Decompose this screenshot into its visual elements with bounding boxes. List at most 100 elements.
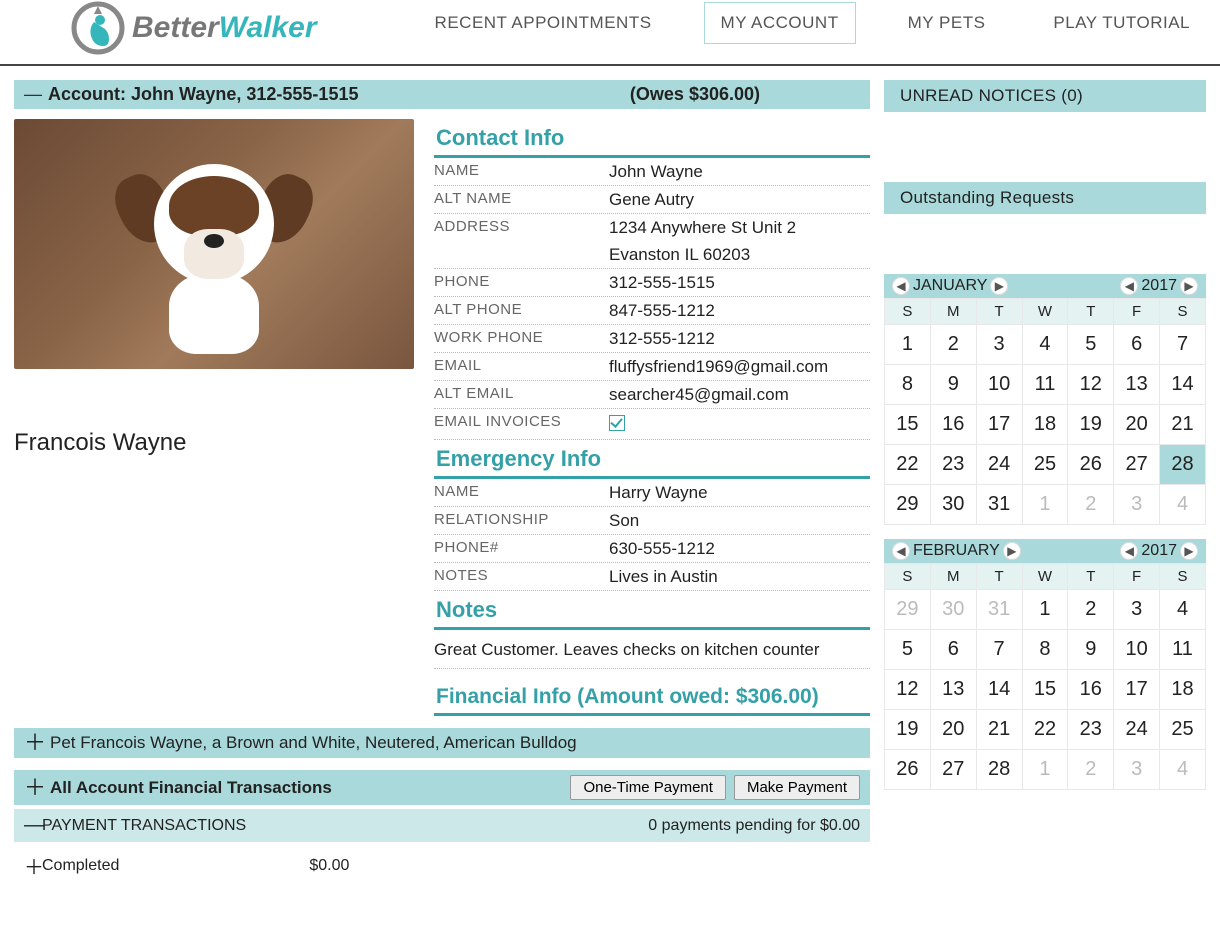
one-time-payment-button[interactable]: One-Time Payment	[570, 775, 726, 800]
value-alt-phone[interactable]: 847-555-1212	[609, 301, 870, 321]
calendar-day[interactable]: 30	[930, 485, 976, 525]
calendar-day[interactable]: 13	[1114, 365, 1160, 405]
unread-notices-banner[interactable]: UNREAD NOTICES (0)	[884, 80, 1206, 112]
calendar-day[interactable]: 20	[1114, 405, 1160, 445]
value-email[interactable]: fluffysfriend1969@gmail.com	[609, 357, 870, 377]
calendar-day[interactable]: 2	[1068, 750, 1114, 790]
calendar-day[interactable]: 10	[1114, 630, 1160, 670]
calendar-day[interactable]: 10	[976, 365, 1022, 405]
chevron-left-icon[interactable]: ◀	[1120, 277, 1138, 295]
calendar-day[interactable]: 4	[1160, 750, 1206, 790]
calendar-day[interactable]: 12	[1068, 365, 1114, 405]
outstanding-requests-banner[interactable]: Outstanding Requests	[884, 182, 1206, 214]
calendar-day[interactable]: 15	[885, 405, 931, 445]
calendar-day[interactable]: 7	[976, 630, 1022, 670]
chevron-right-icon[interactable]: ▶	[1180, 277, 1198, 295]
calendar-day[interactable]: 28	[976, 750, 1022, 790]
calendar-day[interactable]: 4	[1160, 485, 1206, 525]
calendar-day[interactable]: 12	[885, 670, 931, 710]
calendar-day[interactable]: 26	[885, 750, 931, 790]
calendar-day[interactable]: 26	[1068, 445, 1114, 485]
chevron-left-icon[interactable]: ◀	[892, 277, 910, 295]
calendar-day[interactable]: 28	[1160, 445, 1206, 485]
calendar-day[interactable]: 7	[1160, 325, 1206, 365]
collapse-icon[interactable]: —	[24, 84, 42, 105]
calendar-day[interactable]: 8	[885, 365, 931, 405]
calendar-day[interactable]: 14	[976, 670, 1022, 710]
calendar-day[interactable]: 22	[885, 445, 931, 485]
transactions-panel[interactable]: ＋ All Account Financial Transactions One…	[14, 770, 870, 805]
chevron-right-icon[interactable]: ▶	[1180, 542, 1198, 560]
calendar-day[interactable]: 11	[1160, 630, 1206, 670]
calendar-day[interactable]: 27	[930, 750, 976, 790]
calendar-day[interactable]: 24	[976, 445, 1022, 485]
nav-recent-appointments[interactable]: RECENT APPOINTMENTS	[419, 3, 668, 43]
calendar-day[interactable]: 25	[1160, 710, 1206, 750]
value-alt-name[interactable]: Gene Autry	[609, 190, 870, 210]
calendar-day[interactable]: 29	[885, 590, 931, 630]
calendar-day[interactable]: 16	[1068, 670, 1114, 710]
calendar-day[interactable]: 24	[1114, 710, 1160, 750]
calendar-day[interactable]: 18	[1022, 405, 1068, 445]
payment-transactions-bar[interactable]: — PAYMENT TRANSACTIONS 0 payments pendin…	[14, 809, 870, 842]
calendar-day[interactable]: 3	[1114, 750, 1160, 790]
value-address-1[interactable]: 1234 Anywhere St Unit 2	[609, 218, 870, 238]
calendar-day[interactable]: 3	[1114, 590, 1160, 630]
value-em-rel[interactable]: Son	[609, 511, 870, 531]
value-name[interactable]: John Wayne	[609, 162, 870, 182]
calendar-day[interactable]: 22	[1022, 710, 1068, 750]
notes-text[interactable]: Great Customer. Leaves checks on kitchen…	[434, 630, 870, 669]
chevron-left-icon[interactable]: ◀	[892, 542, 910, 560]
calendar-day[interactable]: 21	[1160, 405, 1206, 445]
calendar-day[interactable]: 21	[976, 710, 1022, 750]
calendar-day[interactable]: 9	[1068, 630, 1114, 670]
plus-icon[interactable]: ＋	[24, 851, 42, 880]
calendar-day[interactable]: 1	[1022, 750, 1068, 790]
value-address-2[interactable]: Evanston IL 60203	[609, 245, 870, 265]
calendar-day[interactable]: 29	[885, 485, 931, 525]
calendar-day[interactable]: 13	[930, 670, 976, 710]
chevron-right-icon[interactable]: ▶	[1003, 542, 1021, 560]
calendar-day[interactable]: 17	[976, 405, 1022, 445]
calendar-day[interactable]: 11	[1022, 365, 1068, 405]
brand-logo[interactable]: BetterWalker	[70, 0, 317, 56]
calendar-day[interactable]: 4	[1160, 590, 1206, 630]
calendar-day[interactable]: 1	[885, 325, 931, 365]
calendar-day[interactable]: 6	[1114, 325, 1160, 365]
value-em-phone[interactable]: 630-555-1212	[609, 539, 870, 559]
calendar-day[interactable]: 30	[930, 590, 976, 630]
pet-panel[interactable]: ＋ Pet Francois Wayne, a Brown and White,…	[14, 728, 870, 758]
calendar-day[interactable]: 17	[1114, 670, 1160, 710]
nav-my-pets[interactable]: MY PETS	[892, 3, 1002, 43]
calendar-day[interactable]: 19	[885, 710, 931, 750]
email-invoices-checkbox[interactable]	[609, 415, 625, 431]
make-payment-button[interactable]: Make Payment	[734, 775, 860, 800]
calendar-day[interactable]: 15	[1022, 670, 1068, 710]
calendar-day[interactable]: 14	[1160, 365, 1206, 405]
calendar-day[interactable]: 6	[930, 630, 976, 670]
calendar-day[interactable]: 9	[930, 365, 976, 405]
calendar-day[interactable]: 2	[1068, 590, 1114, 630]
calendar-day[interactable]: 1	[1022, 485, 1068, 525]
calendar-day[interactable]: 1	[1022, 590, 1068, 630]
calendar-day[interactable]: 2	[1068, 485, 1114, 525]
calendar-day[interactable]: 23	[1068, 710, 1114, 750]
value-work-phone[interactable]: 312-555-1212	[609, 329, 870, 349]
calendar-day[interactable]: 5	[1068, 325, 1114, 365]
calendar-day[interactable]: 18	[1160, 670, 1206, 710]
calendar-day[interactable]: 3	[1114, 485, 1160, 525]
plus-icon[interactable]: ＋	[24, 736, 42, 750]
plus-icon[interactable]: ＋	[24, 781, 42, 795]
calendar-day[interactable]: 4	[1022, 325, 1068, 365]
calendar-day[interactable]: 31	[976, 485, 1022, 525]
calendar-day[interactable]: 23	[930, 445, 976, 485]
completed-row[interactable]: ＋ Completed $0.00	[14, 846, 870, 885]
value-phone[interactable]: 312-555-1515	[609, 273, 870, 293]
calendar-day[interactable]: 25	[1022, 445, 1068, 485]
value-em-notes[interactable]: Lives in Austin	[609, 567, 870, 587]
calendar-day[interactable]: 3	[976, 325, 1022, 365]
calendar-day[interactable]: 20	[930, 710, 976, 750]
chevron-left-icon[interactable]: ◀	[1120, 542, 1138, 560]
chevron-right-icon[interactable]: ▶	[990, 277, 1008, 295]
calendar-day[interactable]: 5	[885, 630, 931, 670]
